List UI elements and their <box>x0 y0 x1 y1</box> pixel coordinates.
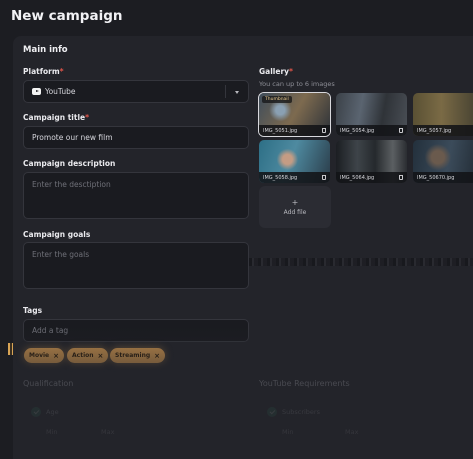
campaign-goals-textarea[interactable]: Enter the goals <box>23 242 249 289</box>
trash-icon[interactable] <box>322 175 326 180</box>
trash-icon[interactable] <box>322 128 326 133</box>
tag-remove-icon[interactable]: × <box>154 352 160 360</box>
gallery-label: Gallery* <box>259 67 293 76</box>
description-placeholder: Enter the desctiption <box>32 180 111 189</box>
tag-remove-icon[interactable]: × <box>53 352 59 360</box>
tag-chip-movie: Movie × <box>24 348 65 363</box>
gallery-image-caption: IMG_5051.jpg <box>259 125 330 136</box>
bottom-fade-overlay <box>13 326 473 459</box>
main-info-card: Main info Platform* YouTube Campaign tit… <box>13 36 473 459</box>
tag-input[interactable]: Add a tag <box>23 319 249 342</box>
tag-chip-action: Action × <box>67 348 109 363</box>
campaign-description-textarea[interactable]: Enter the desctiption <box>23 172 249 219</box>
main-info-title: Main info <box>23 45 68 55</box>
gallery-image-caption: IMG_50670.jpg <box>413 172 473 183</box>
gallery-image-caption: IMG_5058.jpg <box>259 172 330 183</box>
render-artifact <box>249 258 473 266</box>
tags-label: Tags <box>23 306 43 315</box>
youtube-requirements-title: YouTube Requirements <box>259 379 350 388</box>
gallery-image[interactable]: IMG_50670.jpg <box>413 140 473 183</box>
check-icon[interactable] <box>31 407 41 417</box>
plus-icon: + <box>291 197 299 207</box>
page-title: New campaign <box>11 8 123 24</box>
campaign-description-label: Campaign description <box>23 159 116 168</box>
goals-placeholder: Enter the goals <box>32 250 90 259</box>
tag-placeholder: Add a tag <box>32 326 69 335</box>
add-file-button[interactable]: + Add file <box>259 186 331 228</box>
gallery-image-caption: IMG_5057.jpg <box>413 125 473 136</box>
check-icon[interactable] <box>267 407 277 417</box>
platform-value: YouTube <box>45 87 76 96</box>
youtube-max-label: Max <box>345 428 359 436</box>
tag-remove-icon[interactable]: × <box>98 352 104 360</box>
qualification-max-label: Max <box>101 428 115 436</box>
platform-label: Platform* <box>23 67 64 76</box>
gallery-image[interactable]: Thumbnail IMG_5051.jpg <box>258 92 331 137</box>
gallery-image[interactable]: IMG_5064.jpg <box>336 140 407 183</box>
gallery-image[interactable]: IMG_5058.jpg <box>259 140 330 183</box>
campaign-title-input[interactable]: Promote our new film <box>23 126 249 149</box>
campaign-title-label: Campaign title* <box>23 113 90 122</box>
gallery-subtitle: You can up to 6 images <box>259 80 335 88</box>
qualification-title: Qualification <box>23 379 74 388</box>
campaign-title-value: Promote our new film <box>32 133 113 142</box>
thumbnail-badge: Thumbnail <box>262 96 292 103</box>
select-divider <box>225 85 226 98</box>
youtube-icon <box>32 88 41 95</box>
add-file-label: Add file <box>283 208 307 216</box>
youtube-min-label: Min <box>282 428 294 436</box>
trash-icon[interactable] <box>399 128 403 133</box>
gallery-image[interactable]: IMG_5057.jpg <box>413 93 473 136</box>
platform-select[interactable]: YouTube <box>23 80 249 103</box>
trash-icon[interactable] <box>399 175 403 180</box>
gallery-image-caption: IMG_5064.jpg <box>336 172 407 183</box>
qualification-min-label: Min <box>46 428 58 436</box>
gallery-image[interactable]: IMG_5054.jpg <box>336 93 407 136</box>
gallery-image-caption: IMG_5054.jpg <box>336 125 407 136</box>
campaign-goals-label: Campaign goals <box>23 230 91 239</box>
chevron-down-icon[interactable] <box>235 91 239 94</box>
youtube-option-subscribers: Subscribers <box>282 408 320 416</box>
tag-chip-streaming: Streaming × <box>110 348 166 363</box>
qualification-option-age: Age <box>46 408 59 416</box>
